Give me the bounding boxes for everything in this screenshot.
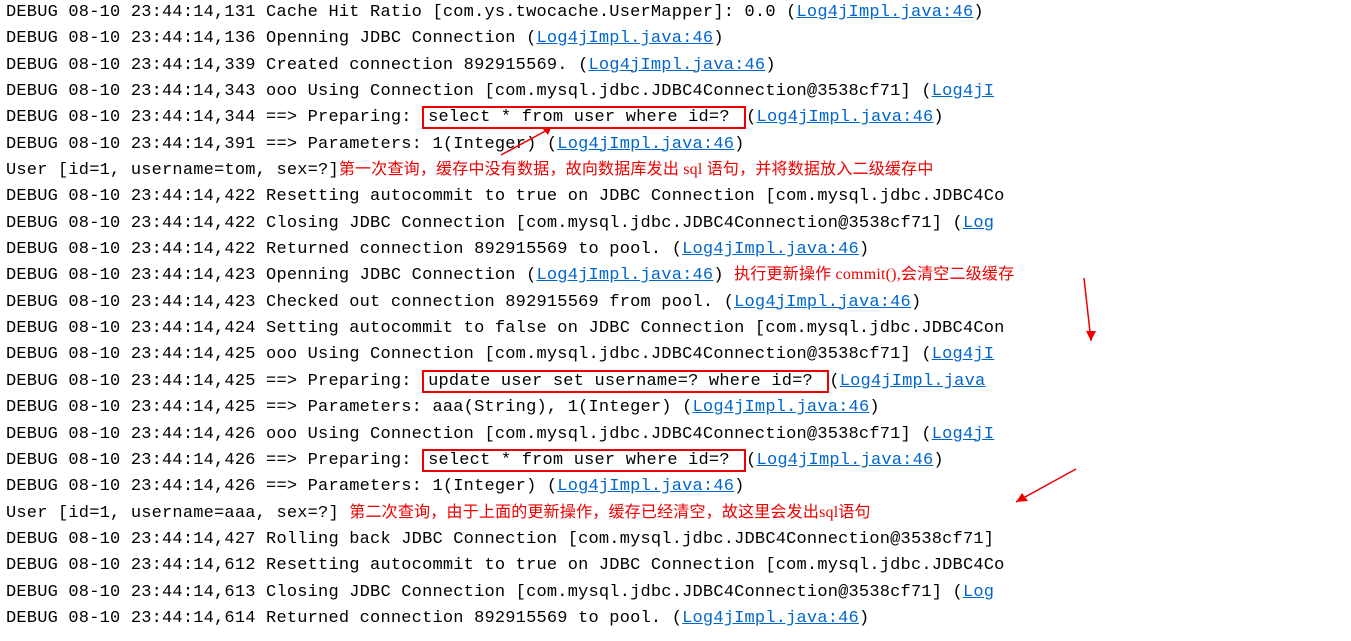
log-line-20: DEBUG 08-10 23:44:14,427 Rolling back JD… (6, 527, 1345, 553)
source-link[interactable]: Log4jImpl.java:46 (757, 451, 934, 470)
log-line-13: DEBUG 08-10 23:44:14,425 ooo Using Conne… (6, 342, 1345, 368)
log-text: DEBUG 08-10 23:44:14,131 Cache Hit Ratio… (6, 3, 797, 22)
highlighted-sql-select-1: select * from user where id=? (422, 106, 746, 129)
log-text: DEBUG 08-10 23:44:14,423 Checked out con… (6, 293, 734, 312)
log-text: DEBUG 08-10 23:44:14,344 ==> Preparing: (6, 108, 422, 127)
log-line-12: DEBUG 08-10 23:44:14,424 Setting autocom… (6, 316, 1345, 342)
source-link[interactable]: Log4jImpl.java:46 (693, 398, 870, 417)
source-link[interactable]: Log4jImpl.java:46 (537, 29, 714, 48)
source-link[interactable]: Log4jImpl.java:46 (734, 293, 911, 312)
log-line-9: DEBUG 08-10 23:44:14,422 Returned connec… (6, 237, 1345, 263)
log-line-11: DEBUG 08-10 23:44:14,423 Checked out con… (6, 290, 1345, 316)
source-link[interactable]: Log4jI (932, 425, 994, 444)
source-link[interactable]: Log4jImpl.java:46 (557, 477, 734, 496)
log-line-18: DEBUG 08-10 23:44:14,426 ==> Parameters:… (6, 474, 1345, 500)
log-line-17: DEBUG 08-10 23:44:14,426 ==> Preparing: … (6, 448, 1345, 474)
log-line-1: DEBUG 08-10 23:44:14,136 Openning JDBC C… (6, 26, 1345, 52)
log-line-16: DEBUG 08-10 23:44:14,426 ooo Using Conne… (6, 422, 1345, 448)
log-text: DEBUG 08-10 23:44:14,422 Resetting autoc… (6, 187, 1005, 206)
log-text: DEBUG 08-10 23:44:14,391 ==> Parameters:… (6, 135, 557, 154)
log-line-8: DEBUG 08-10 23:44:14,422 Closing JDBC Co… (6, 211, 1345, 237)
log-text: ) (713, 266, 734, 285)
highlighted-sql-update: update user set username=? where id=? (422, 370, 829, 393)
log-line-10: DEBUG 08-10 23:44:14,423 Openning JDBC C… (6, 263, 1345, 289)
log-line-23: DEBUG 08-10 23:44:14,614 Returned connec… (6, 606, 1345, 632)
log-text: DEBUG 08-10 23:44:14,426 ooo Using Conne… (6, 425, 932, 444)
log-text: DEBUG 08-10 23:44:14,613 Closing JDBC Co… (6, 583, 963, 602)
source-link[interactable]: Log4jImpl.java:46 (682, 609, 859, 628)
source-link[interactable]: Log4jImpl.java:46 (797, 3, 974, 22)
log-text: DEBUG 08-10 23:44:14,426 ==> Parameters:… (6, 477, 557, 496)
source-link[interactable]: Log (963, 583, 994, 602)
log-text: ) (765, 56, 775, 75)
annotation-1: 第一次查询，缓存中没有数据，故向数据库发出 sql 语句，并将数据放入二级缓存中 (339, 161, 934, 178)
highlighted-sql-select-2: select * from user where id=? (422, 449, 746, 472)
log-text: DEBUG 08-10 23:44:14,612 Resetting autoc… (6, 556, 1005, 575)
log-text: ( (746, 451, 756, 470)
log-line-22: DEBUG 08-10 23:44:14,613 Closing JDBC Co… (6, 580, 1345, 606)
log-line-6: User [id=1, username=tom, sex=?]第一次查询，缓存… (6, 158, 1345, 184)
log-text: DEBUG 08-10 23:44:14,425 ==> Preparing: (6, 372, 422, 391)
log-text: DEBUG 08-10 23:44:14,427 Rolling back JD… (6, 530, 994, 549)
log-text: User [id=1, username=tom, sex=?] (6, 161, 339, 180)
log-line-3: DEBUG 08-10 23:44:14,343 ooo Using Conne… (6, 79, 1345, 105)
log-line-2: DEBUG 08-10 23:44:14,339 Created connect… (6, 53, 1345, 79)
log-line-7: DEBUG 08-10 23:44:14,422 Resetting autoc… (6, 184, 1345, 210)
annotation-2: 执行更新操作 commit(),会清空二级缓存 (734, 266, 1014, 283)
log-text: DEBUG 08-10 23:44:14,343 ooo Using Conne… (6, 82, 932, 101)
log-text: DEBUG 08-10 23:44:14,422 Closing JDBC Co… (6, 214, 963, 233)
log-text: DEBUG 08-10 23:44:14,614 Returned connec… (6, 609, 682, 628)
log-text: ) (859, 609, 869, 628)
log-text: ( (829, 372, 839, 391)
source-link[interactable]: Log4jImpl.java:46 (557, 135, 734, 154)
log-output: DEBUG 08-10 23:44:14,131 Cache Hit Ratio… (0, 0, 1351, 632)
log-text: ) (734, 135, 744, 154)
log-text: ) (734, 477, 744, 496)
source-link[interactable]: Log4jI (932, 82, 994, 101)
log-text: ( (746, 108, 756, 127)
log-text: DEBUG 08-10 23:44:14,136 Openning JDBC C… (6, 29, 537, 48)
log-line-19: User [id=1, username=aaa, sex=?] 第二次查询，由… (6, 501, 1345, 527)
log-text: ) (933, 108, 943, 127)
source-link[interactable]: Log4jI (932, 345, 994, 364)
log-text: ) (973, 3, 983, 22)
log-line-4: DEBUG 08-10 23:44:14,344 ==> Preparing: … (6, 105, 1345, 131)
log-line-14: DEBUG 08-10 23:44:14,425 ==> Preparing: … (6, 369, 1345, 395)
log-text: ) (911, 293, 921, 312)
log-text: ) (859, 240, 869, 259)
log-text: User [id=1, username=aaa, sex=?] (6, 504, 349, 523)
source-link[interactable]: Log (963, 214, 994, 233)
log-text: DEBUG 08-10 23:44:14,426 ==> Preparing: (6, 451, 422, 470)
log-line-21: DEBUG 08-10 23:44:14,612 Resetting autoc… (6, 553, 1345, 579)
log-line-5: DEBUG 08-10 23:44:14,391 ==> Parameters:… (6, 132, 1345, 158)
log-text: ) (713, 29, 723, 48)
log-text: DEBUG 08-10 23:44:14,423 Openning JDBC C… (6, 266, 537, 285)
log-text: ) (933, 451, 943, 470)
source-link[interactable]: Log4jImpl.java:46 (757, 108, 934, 127)
source-link[interactable]: Log4jImpl.java:46 (682, 240, 859, 259)
log-text: DEBUG 08-10 23:44:14,422 Returned connec… (6, 240, 682, 259)
annotation-3: 第二次查询，由于上面的更新操作，缓存已经清空，故这里会发出sql语句 (349, 504, 870, 521)
log-line-15: DEBUG 08-10 23:44:14,425 ==> Parameters:… (6, 395, 1345, 421)
log-line-0: DEBUG 08-10 23:44:14,131 Cache Hit Ratio… (6, 0, 1345, 26)
source-link[interactable]: Log4jImpl.java:46 (589, 56, 766, 75)
source-link[interactable]: Log4jImpl.java:46 (537, 266, 714, 285)
log-text: DEBUG 08-10 23:44:14,339 Created connect… (6, 56, 589, 75)
log-text: DEBUG 08-10 23:44:14,425 ooo Using Conne… (6, 345, 932, 364)
log-text: ) (869, 398, 879, 417)
log-text: DEBUG 08-10 23:44:14,424 Setting autocom… (6, 319, 1005, 338)
log-text: DEBUG 08-10 23:44:14,425 ==> Parameters:… (6, 398, 693, 417)
source-link[interactable]: Log4jImpl.java (840, 372, 986, 391)
